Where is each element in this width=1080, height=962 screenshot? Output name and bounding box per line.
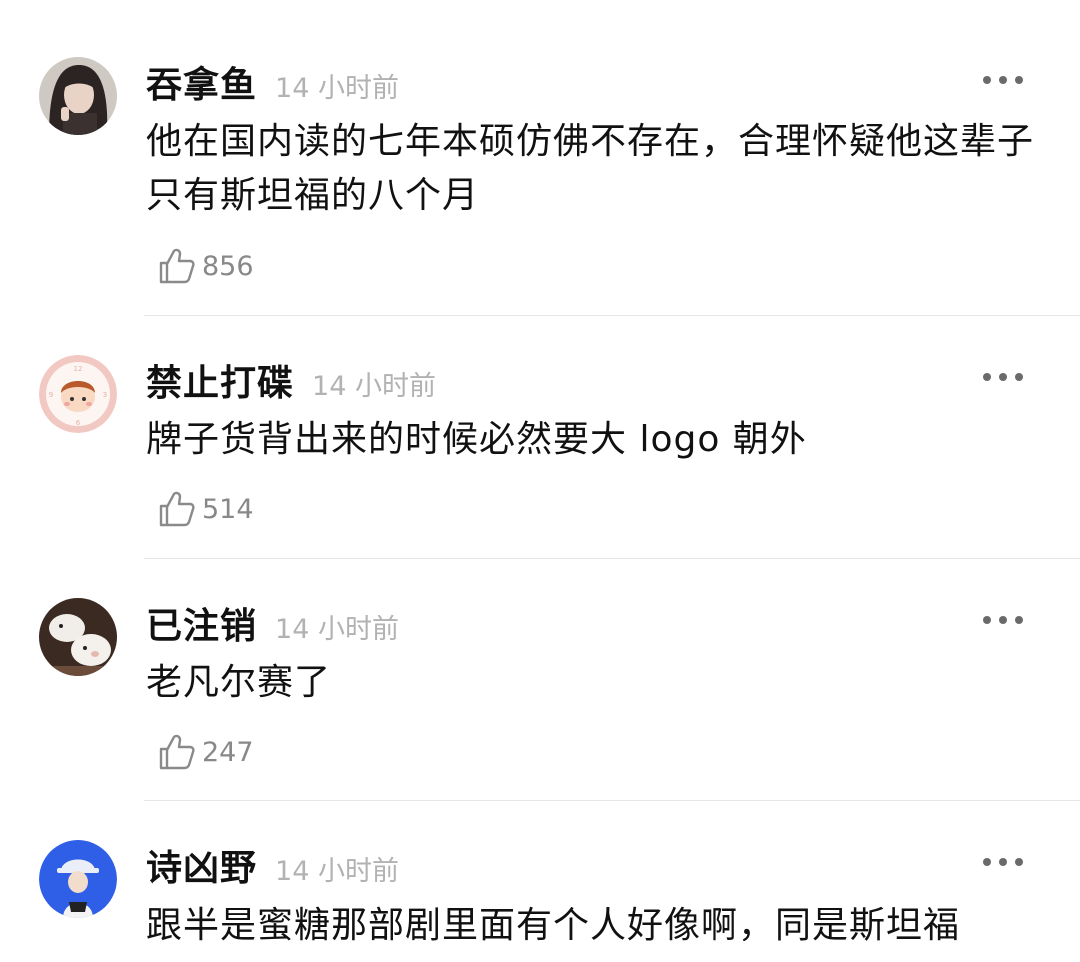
comment-text: 跟半是蜜糖那部剧里面有个人好像啊，同是斯坦福 (146, 905, 961, 946)
dot (1015, 858, 1023, 866)
comment-time: 14 小时前 (275, 856, 399, 887)
dot (999, 858, 1007, 866)
user-avatar[interactable] (39, 840, 117, 918)
more-dots-icon[interactable] (983, 856, 1023, 868)
dot (983, 858, 991, 866)
username[interactable]: 诗凶野 (146, 839, 257, 891)
comment-header: 诗凶野 14 小时前 (146, 839, 399, 889)
comment-item: 诗凶野 14 小时前 跟半是蜜糖那部剧里面有个人好像啊，同是斯坦福 (0, 0, 1080, 962)
